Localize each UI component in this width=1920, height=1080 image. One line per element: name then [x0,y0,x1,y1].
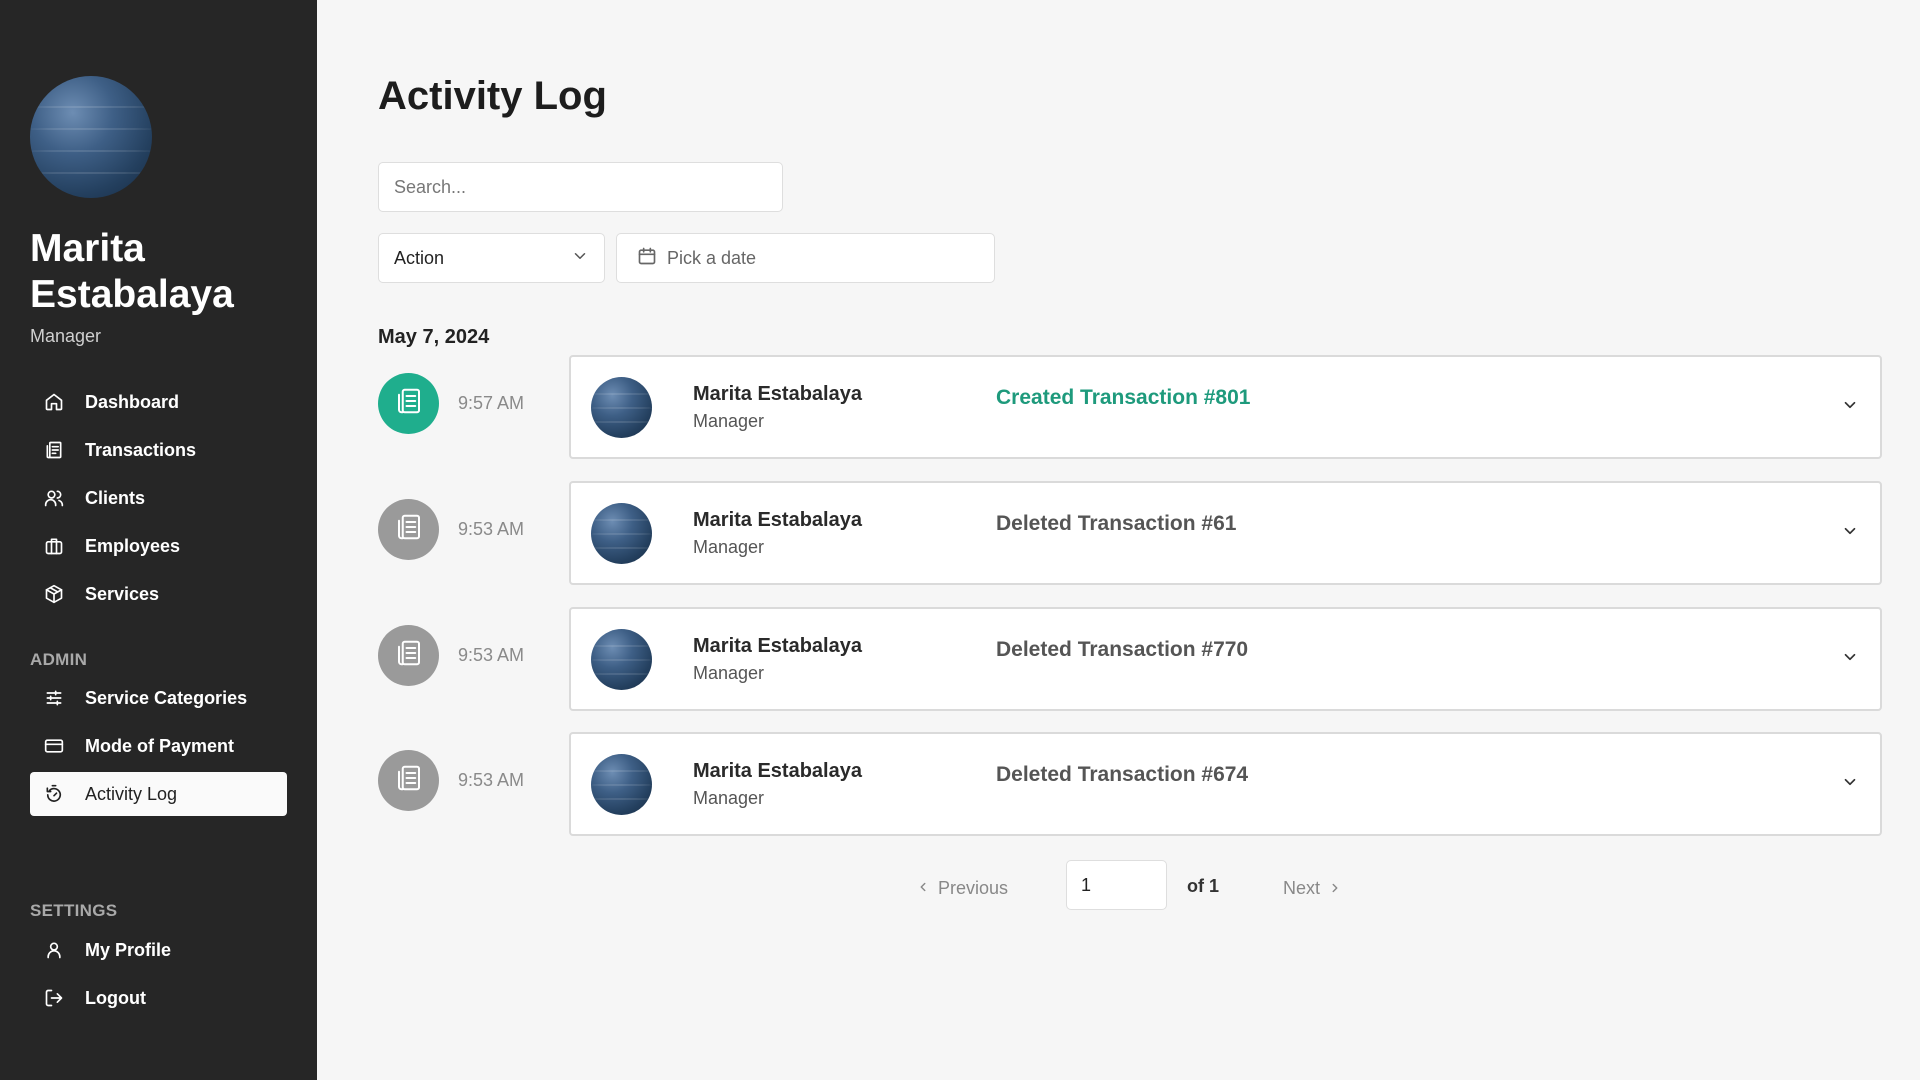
date-picker[interactable]: Pick a date [616,233,995,283]
chevron-left-icon [916,878,930,899]
log-time: 9:53 AM [458,770,525,790]
log-card[interactable]: Marita Estabalaya Manager Deleted Transa… [569,732,1882,836]
chevron-down-icon[interactable] [1838,519,1862,543]
log-time: 9:57 AM [458,393,525,413]
page-number-input[interactable] [1066,860,1167,910]
calendar-icon [637,246,657,271]
avatar [591,629,652,690]
chevron-down-icon[interactable] [1838,770,1862,794]
page-title: Activity Log [378,74,607,118]
search-input[interactable] [378,162,783,212]
action-text: Deleted Transaction #674 [996,763,1249,786]
users-icon [42,486,66,510]
log-type-indicator [378,499,439,560]
log-entry: 9:53 AM Marita Estabalaya Manager Delete… [378,732,1882,836]
log-card[interactable]: Marita Estabalaya Manager Created Transa… [569,355,1882,459]
receipt-icon [394,386,424,421]
chevron-down-icon[interactable] [1838,645,1862,669]
action-text: Deleted Transaction #61 [996,512,1237,535]
previous-label: Previous [938,877,1009,898]
admin-section-label: ADMIN [30,650,88,669]
page-total: of 1 [1187,876,1220,896]
logout-icon [42,986,66,1010]
sidebar-item-mode-of-payment[interactable]: Mode of Payment [30,724,287,768]
sidebar-item-service-categories[interactable]: Service Categories [30,676,287,720]
actor-name: Marita Estabalaya [693,509,862,531]
sidebar-item-label: Employees [85,535,181,556]
sidebar-item-label: Activity Log [85,783,178,804]
action-filter-value: Action [394,247,445,268]
sidebar-item-label: Mode of Payment [85,735,235,756]
group-date: May 7, 2024 [378,326,490,348]
log-card[interactable]: Marita Estabalaya Manager Deleted Transa… [569,607,1882,711]
date-placeholder: Pick a date [667,247,757,268]
receipt-icon [394,638,424,673]
previous-page-button[interactable]: Previous [916,873,1008,903]
receipt-icon [42,438,66,462]
chevron-down-icon[interactable] [1838,393,1862,417]
log-card[interactable]: Marita Estabalaya Manager Deleted Transa… [569,481,1882,585]
home-icon [42,390,66,414]
briefcase-icon [42,534,66,558]
avatar [591,754,652,815]
sidebar-item-label: Logout [85,987,146,1008]
log-entry: 9:53 AM Marita Estabalaya Manager Delete… [378,607,1882,711]
log-type-indicator [378,625,439,686]
log-entry: 9:57 AM Marita Estabalaya Manager Create… [378,355,1882,459]
avatar [30,76,152,198]
sidebar-item-label: Service Categories [85,687,248,708]
chevron-down-icon [571,247,589,270]
actor-role: Manager [693,537,765,557]
avatar [591,503,652,564]
receipt-icon [394,763,424,798]
avatar [591,377,652,438]
user-icon [42,938,66,962]
sidebar-item-label: Services [85,583,160,604]
sidebar: Marita Estabalaya Manager Dashboard Tran… [0,0,317,1080]
log-time: 9:53 AM [458,645,525,665]
sidebar-item-clients[interactable]: Clients [30,476,287,520]
actor-name: Marita Estabalaya [693,635,862,657]
sidebar-item-my-profile[interactable]: My Profile [30,928,287,972]
actor-name: Marita Estabalaya [693,760,862,782]
sidebar-item-transactions[interactable]: Transactions [30,428,287,472]
actor-name: Marita Estabalaya [693,383,862,405]
next-label: Next [1283,877,1321,898]
next-page-button[interactable]: Next [1283,873,1342,903]
log-time: 9:53 AM [458,519,525,539]
chevron-right-icon [1328,881,1342,895]
timer-icon [42,782,66,806]
settings-section-label: SETTINGS [30,901,118,920]
receipt-icon [394,512,424,547]
action-filter-select[interactable]: Action [378,233,605,283]
package-icon [42,582,66,606]
sidebar-item-activity-log[interactable]: Activity Log [30,772,287,816]
actor-role: Manager [693,411,765,431]
sidebar-item-label: Dashboard [85,391,180,412]
user-role: Manager [30,326,102,346]
credit-card-icon [42,734,66,758]
sidebar-item-dashboard[interactable]: Dashboard [30,380,287,424]
sidebar-item-label: Clients [85,487,146,508]
action-text: Created Transaction #801 [996,386,1251,409]
sidebar-item-services[interactable]: Services [30,572,287,616]
sidebar-item-label: My Profile [85,939,172,960]
sidebar-item-employees[interactable]: Employees [30,524,287,568]
actor-role: Manager [693,788,765,808]
user-name: Marita Estabalaya [30,227,234,316]
action-text: Deleted Transaction #770 [996,638,1249,661]
log-entry: 9:53 AM Marita Estabalaya Manager Delete… [378,481,1882,585]
actor-role: Manager [693,663,765,683]
sliders-icon [42,686,66,710]
sidebar-item-label: Transactions [85,439,197,460]
sidebar-item-logout[interactable]: Logout [30,976,287,1020]
log-type-indicator [378,373,439,434]
log-type-indicator [378,750,439,811]
